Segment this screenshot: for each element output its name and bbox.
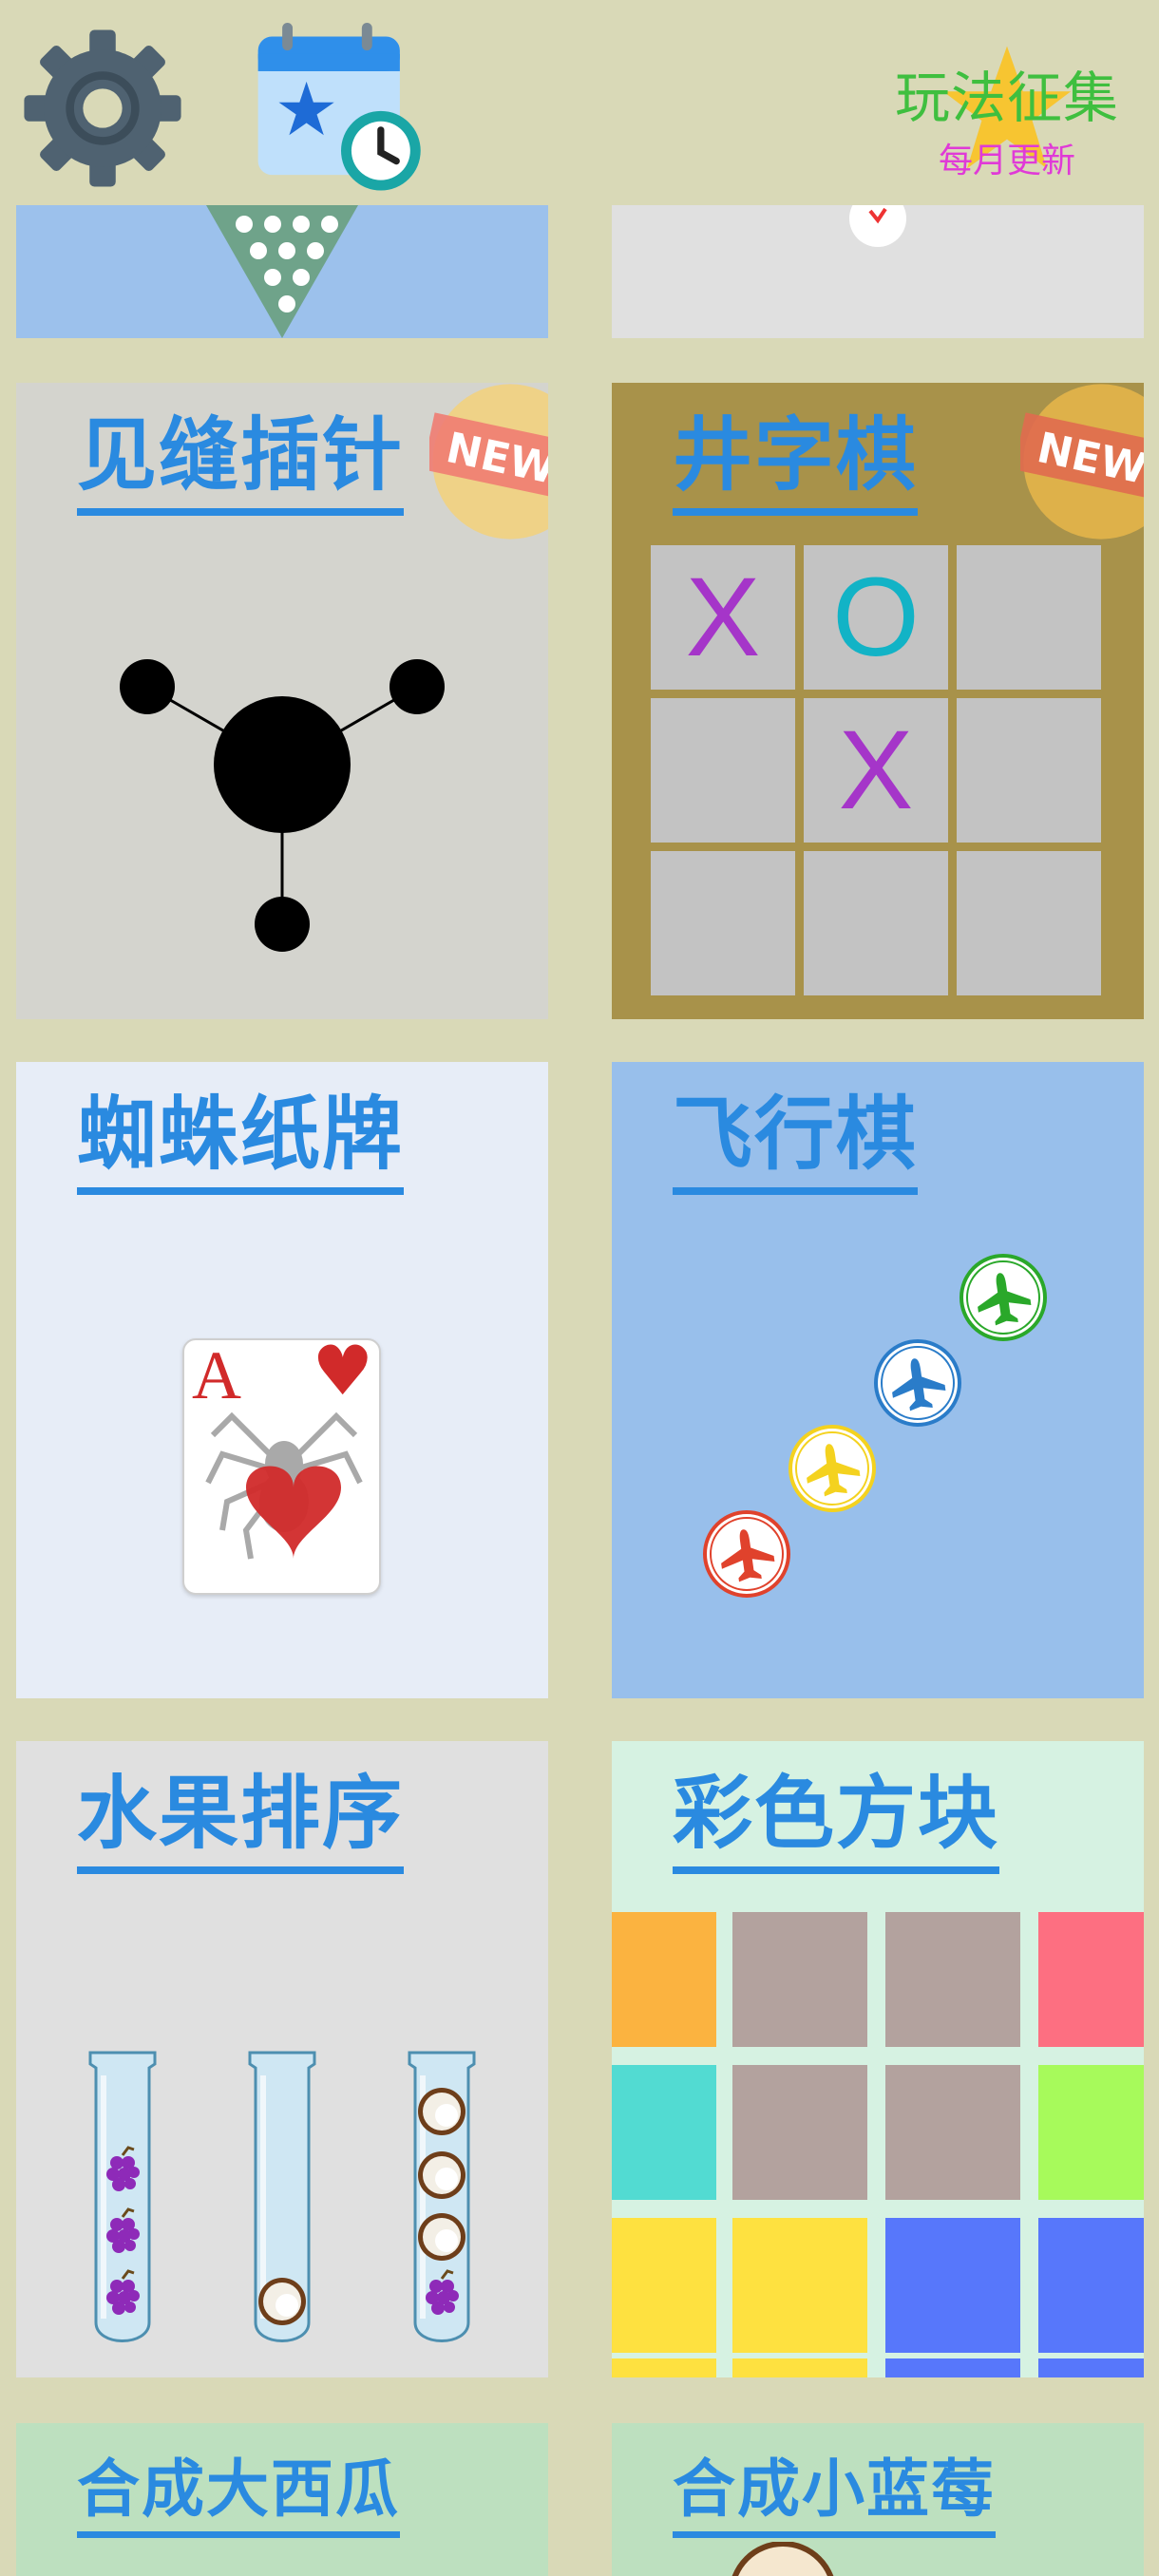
game-card-fruit-sort[interactable]: 水果排序 bbox=[16, 1741, 548, 2377]
plane-piece-green bbox=[960, 1254, 1047, 1341]
board-cell: X bbox=[804, 698, 948, 843]
board-cell bbox=[651, 851, 795, 995]
plane-piece-blue bbox=[874, 1339, 961, 1427]
game-card-spider[interactable]: 蜘蛛纸牌 A ♥ bbox=[16, 1062, 548, 1698]
test-tubes bbox=[16, 1741, 548, 2377]
spider-icon bbox=[205, 1411, 363, 1560]
board-cell bbox=[957, 545, 1101, 690]
color-tile bbox=[885, 2218, 1020, 2353]
color-tile bbox=[732, 2065, 867, 2200]
tube-1 bbox=[90, 2053, 155, 2341]
game-card-tictactoe[interactable]: 井字棋 NEW! X O X bbox=[612, 383, 1144, 1019]
playing-card: A ♥ bbox=[182, 1338, 381, 1595]
tictactoe-board: X O X bbox=[651, 545, 1105, 999]
game-title: 蜘蛛纸牌 bbox=[77, 1085, 405, 1195]
game-title: 井字棋 bbox=[673, 406, 919, 516]
color-tile bbox=[885, 2065, 1020, 2200]
board-cell bbox=[957, 698, 1101, 843]
game-title: 合成大西瓜 bbox=[77, 2452, 400, 2538]
color-tile bbox=[1038, 1912, 1144, 2047]
color-tile bbox=[732, 2358, 867, 2377]
game-card-partial-right[interactable] bbox=[612, 205, 1144, 338]
promo-title: 玩法征集 bbox=[894, 66, 1119, 130]
color-tile-grid bbox=[612, 1912, 1144, 2377]
fruit-icon bbox=[732, 2542, 834, 2576]
board-cell bbox=[804, 851, 948, 995]
color-tile bbox=[1038, 2218, 1144, 2353]
new-badge: NEW! bbox=[429, 384, 548, 540]
calendar-clock-icon[interactable] bbox=[255, 21, 428, 198]
game-card-ludo[interactable]: 飞行棋 bbox=[612, 1062, 1144, 1698]
promo-banner[interactable]: 玩法征集 每月更新 bbox=[884, 27, 1130, 190]
color-tile bbox=[1038, 2065, 1144, 2200]
tube-2 bbox=[250, 2053, 314, 2341]
clock-graphic bbox=[849, 205, 906, 247]
game-card-pin[interactable]: 见缝插针 NEW! bbox=[16, 383, 548, 1019]
game-title: 见缝插针 bbox=[77, 406, 405, 516]
color-tile bbox=[612, 2358, 716, 2377]
board-cell bbox=[957, 851, 1101, 995]
plane-pieces bbox=[703, 1254, 1047, 1598]
plane-piece-yellow bbox=[788, 1425, 876, 1512]
gear-icon[interactable] bbox=[21, 27, 184, 190]
color-tile bbox=[885, 1912, 1020, 2047]
board-cell: X bbox=[651, 545, 795, 690]
game-card-watermelon[interactable]: 合成大西瓜 bbox=[16, 2423, 548, 2576]
bunting-graphic bbox=[206, 205, 358, 338]
new-badge: NEW! bbox=[1020, 384, 1144, 540]
game-title: 彩色方块 bbox=[673, 1764, 1000, 1874]
tube-3 bbox=[409, 2053, 474, 2341]
color-tile bbox=[732, 2218, 867, 2353]
board-cell bbox=[651, 698, 795, 843]
color-tile bbox=[612, 1912, 716, 2047]
board-cell: O bbox=[804, 545, 948, 690]
color-tile bbox=[612, 2065, 716, 2200]
color-tile bbox=[612, 2218, 716, 2353]
plane-piece-red bbox=[703, 1510, 790, 1598]
color-tile bbox=[1038, 2358, 1144, 2377]
color-tile bbox=[732, 1912, 867, 2047]
promo-subtitle: 每月更新 bbox=[938, 142, 1075, 180]
header-bar: 玩法征集 每月更新 bbox=[0, 0, 1159, 205]
game-card-color-blocks[interactable]: 彩色方块 bbox=[612, 1741, 1144, 2377]
pin-wheel-graphic bbox=[120, 659, 445, 952]
game-card-blueberry[interactable]: 合成小蓝莓 bbox=[612, 2423, 1144, 2576]
game-title: 合成小蓝莓 bbox=[673, 2452, 996, 2538]
color-tile bbox=[885, 2358, 1020, 2377]
game-card-partial-left[interactable] bbox=[16, 205, 548, 338]
